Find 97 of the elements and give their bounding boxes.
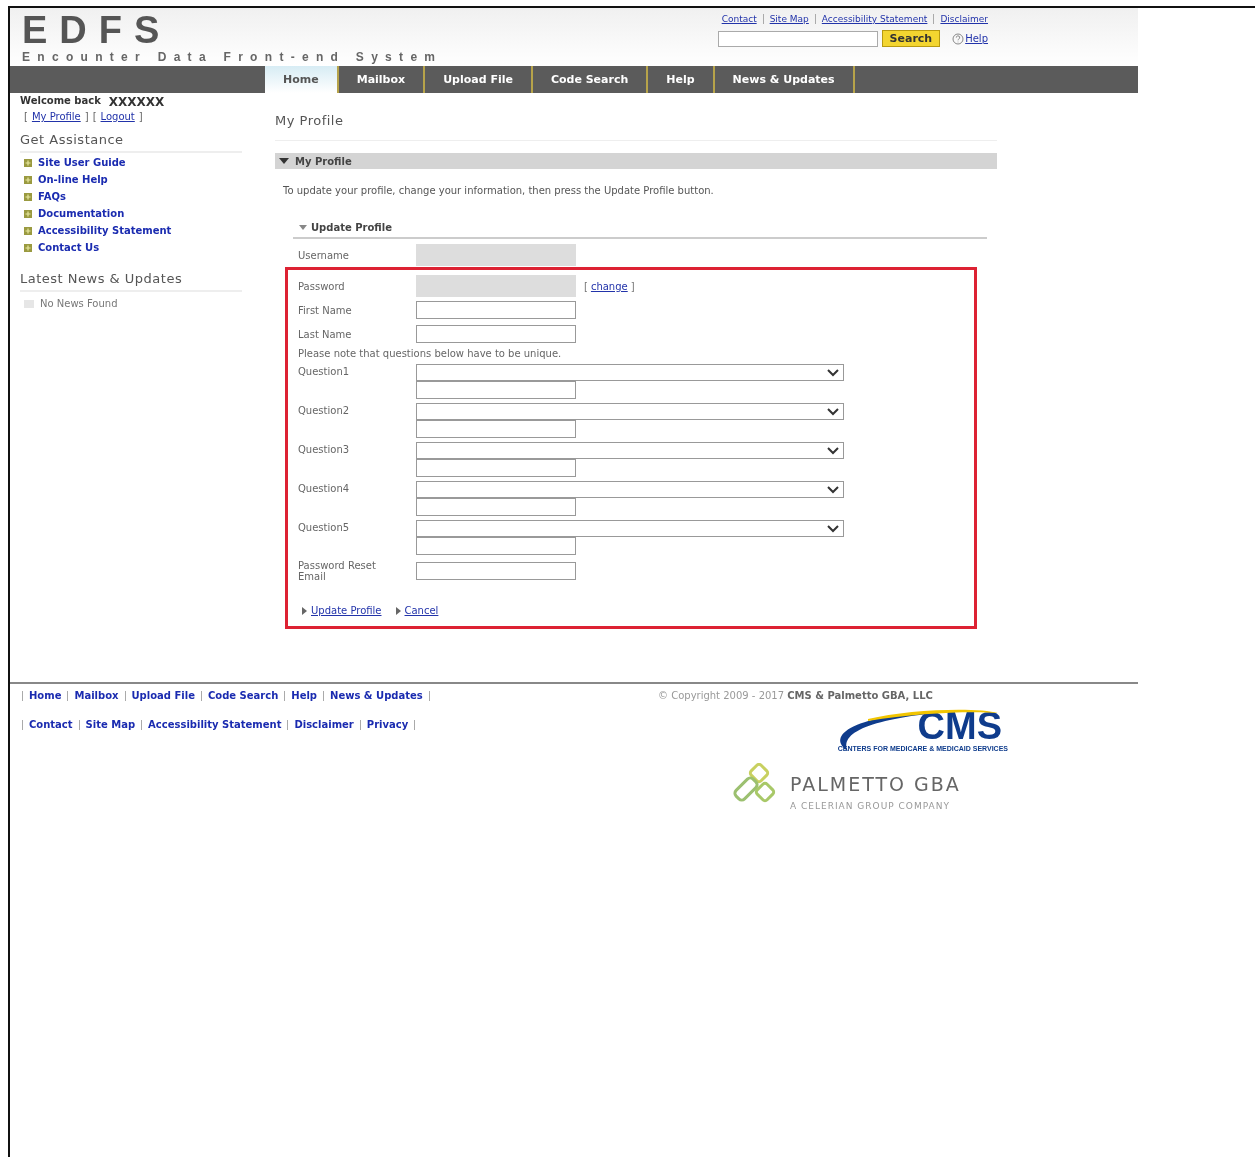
action-link[interactable]: Update Profile (311, 605, 382, 616)
sidebar-link[interactable]: Accessibility Statement (38, 225, 172, 236)
note-text: Please note that questions below have to be unique. (298, 347, 563, 361)
question-dropdown[interactable] (416, 403, 844, 420)
bullet-icon (24, 226, 32, 235)
bracket: ] (84, 111, 89, 122)
welcome-label: Welcome back (20, 95, 101, 108)
cms-logo-text: CMS (917, 707, 1002, 745)
nav-tab[interactable]: Home (265, 66, 339, 93)
copyright-text: © Copyright 2009 - 2017 CMS & Palmetto GBA, LLC (658, 690, 933, 701)
question-dropdown[interactable] (416, 520, 844, 537)
news-item: No News Found (40, 298, 118, 309)
field-label: First Name (298, 304, 353, 316)
logo-title: EDFS (22, 10, 173, 50)
nav-tab[interactable]: Mailbox (338, 66, 426, 93)
bracket: ] (630, 280, 635, 292)
input-field[interactable] (416, 562, 576, 580)
intro-text: To update your profile, change your information, then press the Update Profile button. (282, 184, 715, 198)
bullet-icon (24, 243, 32, 252)
logo-subtitle: Encounter Data Front-end System (22, 50, 443, 64)
bracket: [ (92, 111, 97, 122)
bracket: ] (138, 111, 143, 122)
sidebar-link[interactable]: FAQs (38, 191, 66, 202)
chevron-down-icon (827, 485, 839, 494)
search-field[interactable] (717, 30, 878, 47)
sidebar-heading: Latest News & Updates (20, 267, 242, 292)
top-link[interactable]: Disclaimer (940, 14, 988, 24)
sidebar-link[interactable]: On-line Help (38, 174, 108, 185)
bracket: [ (24, 111, 28, 122)
triangle-down-icon (279, 157, 289, 165)
nav-tab[interactable]: Upload File (425, 66, 533, 93)
bracket: [ (584, 280, 588, 292)
account-link[interactable]: My Profile (31, 111, 81, 122)
field-label: Last Name (298, 328, 353, 340)
chevron-down-icon (827, 368, 839, 377)
arrow-icon (302, 606, 307, 615)
question-dropdown[interactable] (416, 481, 844, 498)
answer-field[interactable] (416, 498, 576, 516)
footer-link[interactable]: Accessibility Statement (148, 719, 282, 730)
palmetto-logo-text: PALMETTO GBA (790, 773, 961, 795)
field-label: Question5 (298, 521, 351, 533)
footer-link[interactable]: Home (29, 690, 62, 701)
top-link[interactable]: Contact (721, 14, 757, 24)
field-label: Password Reset Email (298, 560, 377, 582)
search-button[interactable]: Search (881, 30, 941, 47)
footer-link[interactable]: Disclaimer (294, 719, 354, 730)
palmetto-tagline: A CELERIAN GROUP COMPANY (790, 801, 951, 811)
footer-link[interactable]: Help (291, 690, 318, 701)
footer-link[interactable]: Privacy (366, 719, 409, 730)
field-label: Password (298, 280, 346, 292)
answer-field[interactable] (416, 381, 576, 399)
input-field[interactable] (416, 325, 576, 343)
bullet-icon (24, 192, 32, 201)
nav-tab[interactable]: Help (648, 66, 715, 93)
question-dropdown[interactable] (416, 364, 844, 381)
field-label: Question4 (298, 482, 351, 494)
field-label: Question1 (298, 365, 351, 377)
triangle-down-icon (299, 224, 307, 231)
help-link[interactable]: Help (965, 33, 988, 44)
form-title: Update Profile (311, 222, 392, 233)
field-label: Question2 (298, 404, 351, 416)
sidebar-heading: Get Assistance (20, 128, 242, 153)
action-link[interactable]: Cancel (404, 605, 439, 616)
answer-field[interactable] (416, 459, 576, 477)
answer-field[interactable] (416, 537, 576, 555)
input-field[interactable] (416, 301, 576, 319)
question-dropdown[interactable] (416, 442, 844, 459)
footer-link[interactable]: Mailbox (74, 690, 119, 701)
section-header[interactable]: My Profile (275, 153, 997, 169)
sidebar-link[interactable]: Site User Guide (38, 157, 126, 168)
footer-link[interactable]: Upload File (131, 690, 195, 701)
bullet-icon (24, 175, 32, 184)
top-link[interactable]: Site Map (769, 14, 809, 24)
nav-tab[interactable]: News & Updates (714, 66, 855, 93)
answer-field[interactable] (416, 420, 576, 438)
help-icon (952, 32, 965, 45)
chevron-down-icon (827, 407, 839, 416)
bullet-icon (24, 158, 32, 167)
section-title: My Profile (295, 155, 352, 167)
user-name: XXXXXX (108, 95, 165, 109)
footer-link[interactable]: Site Map (85, 719, 136, 730)
field-label: Username (298, 249, 350, 261)
chevron-down-icon (827, 524, 839, 533)
nav-tab[interactable]: Code Search (532, 66, 649, 93)
bullet-icon (24, 209, 32, 218)
news-icon (24, 299, 34, 308)
sidebar-link[interactable]: Documentation (38, 208, 125, 219)
field-label: Question3 (298, 443, 351, 455)
account-link[interactable]: Logout (100, 111, 135, 122)
chevron-down-icon (827, 446, 839, 455)
sidebar-link[interactable]: Contact Us (38, 242, 100, 253)
footer-link[interactable]: Code Search (207, 690, 279, 701)
footer-link[interactable]: Contact (29, 719, 73, 730)
top-link[interactable]: Accessibility Statement (821, 14, 928, 24)
arrow-icon (395, 606, 401, 615)
page-title: My Profile (275, 113, 997, 141)
footer-link[interactable]: News & Updates (330, 690, 423, 701)
